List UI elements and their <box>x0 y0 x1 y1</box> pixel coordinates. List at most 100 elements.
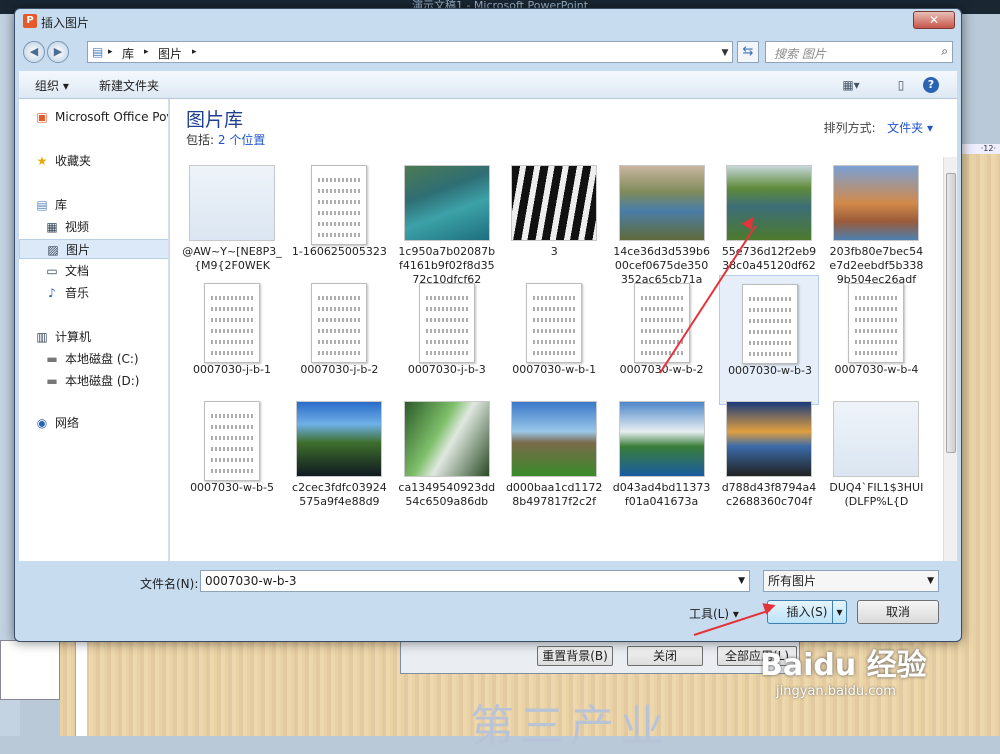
staff-line <box>749 297 791 301</box>
file-name: 0007030-w-b-1 <box>512 363 597 376</box>
search-input[interactable]: 搜索 图片 ⌕ <box>765 41 953 63</box>
preview-pane-icon[interactable]: ▯ <box>891 75 911 95</box>
nav-item-favorites[interactable]: ★ 收藏夹 <box>19 151 168 171</box>
staff-line <box>749 319 791 323</box>
search-icon: ⌕ <box>941 44 948 58</box>
forward-arrow-icon: ▶ <box>53 45 63 58</box>
file-thumbnail <box>418 283 475 363</box>
staff-line <box>533 351 576 355</box>
address-bar[interactable]: ▤ ▸ 库 ▸ 图片 ▸ ▼ <box>87 41 733 63</box>
nav-item-videos[interactable]: ▦ 视频 <box>19 217 168 237</box>
file-item[interactable]: 1c950a7b02087bf4161b9f02f8d3572c10dfcf62 <box>397 157 497 287</box>
insert-dropdown-icon[interactable]: ▾ <box>832 601 846 623</box>
insert-picture-dialog: P 插入图片 ✕ ◀ ▶ ▤ ▸ 库 ▸ 图片 ▸ ▼ ⇆ 搜索 图片 ⌕ 组织… <box>14 8 962 642</box>
file-item[interactable]: 0007030-w-b-4 <box>826 275 926 405</box>
file-item[interactable]: 0007030-j-b-1 <box>182 275 282 405</box>
file-item[interactable]: 1-160625005323 <box>289 157 389 287</box>
file-item[interactable]: DUQ4`FIL1$3HUI(DLFP%L{D <box>826 393 926 523</box>
filename-input[interactable]: 0007030-w-b-3 ▼ <box>200 570 750 592</box>
back-button[interactable]: ◀ <box>23 41 45 63</box>
nav-item-music[interactable]: ♪ 音乐 <box>19 283 168 303</box>
chevron-down-icon[interactable]: ▼ <box>718 42 732 64</box>
staff-line <box>425 351 468 355</box>
file-item[interactable]: 203fb80e7bec54e7d2eebdf5b3389b504ec26adf <box>826 157 926 287</box>
command-toolbar: 组织 ▾ 新建文件夹 ▦▾ ▯ ? <box>19 71 957 99</box>
file-thumbnail <box>618 165 705 241</box>
nav-item-computer[interactable]: ▥ 计算机 <box>19 327 168 347</box>
tools-menu[interactable]: 工具(L) ▾ <box>689 605 739 622</box>
close-icon[interactable]: ✕ <box>913 11 955 29</box>
address-sep-icon: ▸ <box>108 47 113 57</box>
file-item[interactable]: 3 <box>504 157 604 287</box>
file-item[interactable]: d788d43f8794a4c2688360c704f <box>719 393 819 523</box>
nav-item-office[interactable]: ▣ Microsoft Office Pov <box>19 107 169 127</box>
vertical-scrollbar[interactable] <box>943 157 957 561</box>
nav-item-pictures[interactable]: ▨ 图片 <box>19 239 168 259</box>
help-icon[interactable]: ? <box>923 77 939 93</box>
file-item[interactable]: 0007030-w-b-2 <box>612 275 712 405</box>
nav-item-documents[interactable]: ▭ 文档 <box>19 261 168 281</box>
nav-item-drive-c[interactable]: ▬ 本地磁盘 (C:) <box>19 349 168 369</box>
filetype-select[interactable]: 所有图片 ▼ <box>763 570 939 592</box>
staff-line <box>318 296 361 300</box>
file-item[interactable]: d000baa1cd11728b497817f2c2f <box>504 393 604 523</box>
address-segment-pictures[interactable]: 图片 <box>158 45 182 62</box>
file-item[interactable]: 0007030-w-b-3 <box>719 275 819 405</box>
drive-icon: ▬ <box>46 352 58 366</box>
refresh-button[interactable]: ⇆ <box>737 41 759 63</box>
file-item[interactable]: 0007030-w-b-1 <box>504 275 604 405</box>
staff-line <box>749 341 791 345</box>
file-item[interactable]: ca1349540923dd54c6509a86db <box>397 393 497 523</box>
nav-label: Microsoft Office Pov <box>55 110 169 124</box>
new-folder-button[interactable]: 新建文件夹 <box>99 77 159 94</box>
address-segment-library[interactable]: 库 <box>122 45 134 62</box>
staff-line <box>855 318 898 322</box>
reset-background-button[interactable]: 重置背景(B) <box>537 646 613 666</box>
file-thumbnail <box>189 165 275 241</box>
file-item[interactable]: 0007030-w-b-5 <box>182 393 282 523</box>
file-item[interactable]: c2cec3fdfc03924575a9f4e88d9 <box>289 393 389 523</box>
nav-item-drive-d[interactable]: ▬ 本地磁盘 (D:) <box>19 371 168 391</box>
staff-line <box>211 296 253 300</box>
staff-line <box>318 307 361 311</box>
computer-icon: ▥ <box>36 330 48 344</box>
view-icon[interactable]: ▦▾ <box>841 75 861 95</box>
insert-button[interactable]: 插入(S) ▾ <box>767 600 847 624</box>
file-item[interactable]: 55e736d12f2eb938c0a45120df628535e4dd6f12 <box>719 157 819 287</box>
file-item[interactable]: 0007030-j-b-3 <box>397 275 497 405</box>
staff-line <box>211 447 253 451</box>
chevron-down-icon[interactable]: ▼ <box>738 571 745 591</box>
forward-button[interactable]: ▶ <box>47 41 69 63</box>
file-thumbnail <box>633 283 690 363</box>
dialog-bottom: 文件名(N): 0007030-w-b-3 ▼ 所有图片 ▼ 工具(L) ▾ 插入(… <box>19 561 957 639</box>
file-name: ca1349540923dd54c6509a86db <box>398 481 496 508</box>
close-button[interactable]: 关闭 <box>627 646 703 666</box>
staff-line <box>425 296 468 300</box>
file-item[interactable]: 0007030-j-b-2 <box>289 275 389 405</box>
file-item[interactable]: @AW~Y~[NE8P3_{M9{2F0WEK <box>182 157 282 287</box>
organize-button[interactable]: 组织 ▾ <box>35 77 69 94</box>
nav-item-libraries[interactable]: ▤ 库 <box>19 195 168 215</box>
scrollbar-thumb[interactable] <box>946 173 956 453</box>
staff-line <box>749 352 791 356</box>
library-includes: 包括: 2 个位置 <box>186 131 265 148</box>
file-view: 图片库 包括: 2 个位置 排列方式: 文件夹 ▾ @AW~Y~[NE8P3_{… <box>170 99 957 561</box>
staff-line <box>211 318 253 322</box>
file-thumbnail <box>511 401 598 477</box>
cancel-button[interactable]: 取消 <box>857 600 939 624</box>
sort-label: 排列方式: <box>823 121 876 135</box>
staff-line <box>533 296 576 300</box>
file-name: 0007030-w-b-3 <box>728 364 812 377</box>
file-item[interactable]: d043ad4bd11373f01a041673a <box>612 393 712 523</box>
staff-line <box>855 296 898 300</box>
slide-thumbnail[interactable] <box>0 640 60 700</box>
sort-dropdown[interactable]: 文件夹 ▾ <box>887 121 933 135</box>
staff-line <box>318 351 361 355</box>
staff-line <box>749 330 791 334</box>
file-thumbnail <box>618 401 705 477</box>
nav-item-network[interactable]: ◉ 网络 <box>19 413 168 433</box>
staff-line <box>211 351 253 355</box>
locations-link[interactable]: 2 个位置 <box>218 133 265 147</box>
file-item[interactable]: 14ce36d3d539b600cef0675de350352ac65cb71a <box>612 157 712 287</box>
library-icon: ▤ <box>36 198 48 212</box>
